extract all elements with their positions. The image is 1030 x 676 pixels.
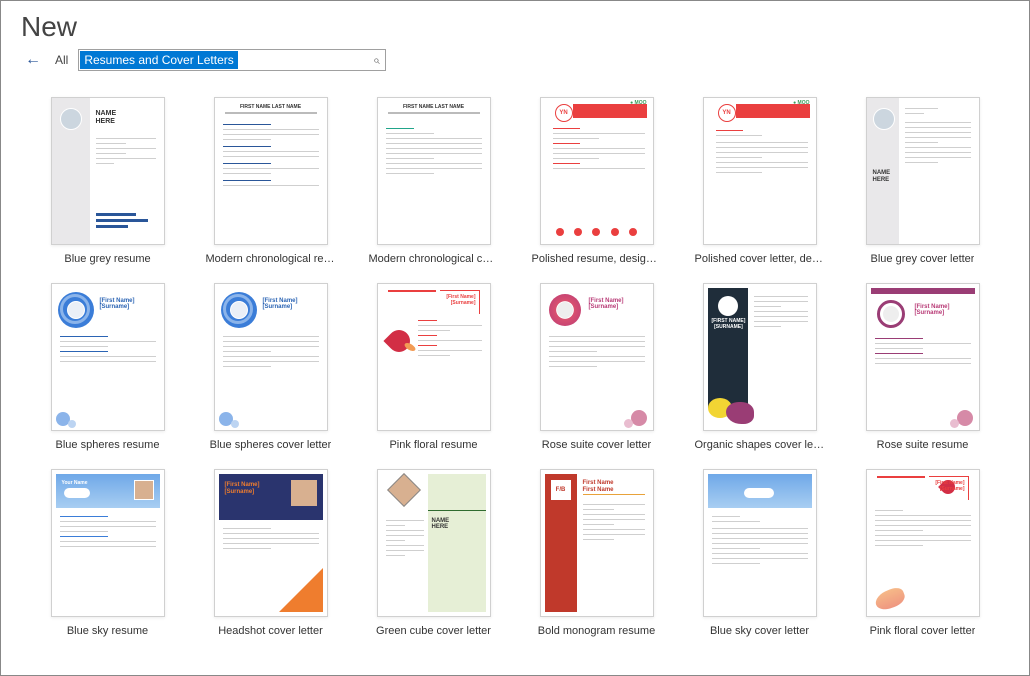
template-label: Rose suite cover letter xyxy=(542,439,651,451)
template-label: Modern chronological cover l... xyxy=(369,253,499,265)
template-headshot-cover-letter[interactable]: [First Name] [Surname] Headshot cover le… xyxy=(194,469,347,637)
template-label: Blue sky resume xyxy=(67,625,148,637)
template-rose-suite-cover-letter[interactable]: [First Name] [Surname] Rose suite cover … xyxy=(520,283,673,451)
template-label: Green cube cover letter xyxy=(376,625,491,637)
template-label: Bold monogram resume xyxy=(538,625,655,637)
search-icon[interactable]: ⌕ xyxy=(367,53,386,68)
template-blue-sky-resume[interactable]: Your Name Blue sky resume xyxy=(31,469,184,637)
template-thumbnail: FIRST NAME LAST NAME xyxy=(377,97,491,245)
template-thumbnail: [First Name] [Surname] xyxy=(866,283,980,431)
template-thumbnail: NAME HERE xyxy=(51,97,165,245)
template-thumbnail: [First Name] [Surname] xyxy=(214,469,328,617)
template-rose-suite-resume[interactable]: [First Name] [Surname] Rose suite resume xyxy=(846,283,999,451)
template-thumbnail: [First Name] [Surname] xyxy=(214,283,328,431)
template-blue-grey-cover-letter[interactable]: NAME HERE Blue grey cover letter xyxy=(846,97,999,265)
template-thumbnail: Your Name xyxy=(51,469,165,617)
template-label: Rose suite resume xyxy=(877,439,969,451)
template-label: Polished cover letter, designe... xyxy=(695,253,825,265)
template-blue-grey-resume[interactable]: NAME HERE Blue grey resume xyxy=(31,97,184,265)
template-thumbnail: ● MOO YN xyxy=(703,97,817,245)
template-thumbnail: [FIRST NAME][SURNAME] xyxy=(703,283,817,431)
template-polished-cover-letter[interactable]: ● MOO YN Polished cover letter, designe.… xyxy=(683,97,836,265)
template-thumbnail: FIRST NAME LAST NAME xyxy=(214,97,328,245)
template-thumbnail: ● MOO YN xyxy=(540,97,654,245)
template-blue-spheres-resume[interactable]: [First Name] [Surname] Blue spheres resu… xyxy=(31,283,184,451)
template-label: Pink floral cover letter xyxy=(870,625,976,637)
template-thumbnail: [First Name] [Surname] xyxy=(51,283,165,431)
template-thumbnail: [First Name] [Surname] xyxy=(866,469,980,617)
template-label: Blue spheres resume xyxy=(56,439,160,451)
template-polished-resume[interactable]: ● MOO YN Polished resume, designed b... xyxy=(520,97,673,265)
template-grid: NAME HERE Blue grey resume FIRST NAME LA… xyxy=(1,79,1029,647)
template-thumbnail: NAME HERE xyxy=(377,469,491,617)
template-label: Modern chronological resume xyxy=(206,253,336,265)
template-thumbnail: [First Name] [Surname] xyxy=(377,283,491,431)
template-label: Blue grey cover letter xyxy=(871,253,975,265)
page-title: New xyxy=(21,11,1009,43)
template-thumbnail xyxy=(703,469,817,617)
template-green-cube-cover-letter[interactable]: NAME HERE Green cube cover letter xyxy=(357,469,510,637)
template-blue-sky-cover-letter[interactable]: Blue sky cover letter xyxy=(683,469,836,637)
template-modern-chronological-cover-letter[interactable]: FIRST NAME LAST NAME Modern chronologica… xyxy=(357,97,510,265)
back-arrow-icon[interactable]: ← xyxy=(21,49,45,71)
template-thumbnail: NAME HERE xyxy=(866,97,980,245)
template-label: Polished resume, designed b... xyxy=(532,253,662,265)
template-pink-floral-resume[interactable]: [First Name] [Surname] Pink floral resum… xyxy=(357,283,510,451)
template-label: Headshot cover letter xyxy=(218,625,323,637)
template-label: Organic shapes cover letter xyxy=(695,439,825,451)
template-label: Blue grey resume xyxy=(64,253,150,265)
template-modern-chronological-resume[interactable]: FIRST NAME LAST NAME Modern chronologica… xyxy=(194,97,347,265)
template-pink-floral-cover-letter[interactable]: [First Name] [Surname] Pink floral cover… xyxy=(846,469,999,637)
template-label: Blue spheres cover letter xyxy=(210,439,332,451)
filter-all-label[interactable]: All xyxy=(51,53,72,67)
template-label: Pink floral resume xyxy=(389,439,477,451)
template-thumbnail: F/B First NameFirst Name xyxy=(540,469,654,617)
search-box[interactable]: Resumes and Cover Letters ⌕ xyxy=(78,49,386,71)
template-bold-monogram-resume[interactable]: F/B First NameFirst Name Bold monogram r… xyxy=(520,469,673,637)
template-organic-shapes-cover-letter[interactable]: [FIRST NAME][SURNAME] Organic shapes cov… xyxy=(683,283,836,451)
template-label: Blue sky cover letter xyxy=(710,625,809,637)
header: New xyxy=(1,1,1029,49)
template-blue-spheres-cover-letter[interactable]: [First Name] [Surname] Blue spheres cove… xyxy=(194,283,347,451)
template-thumbnail: [First Name] [Surname] xyxy=(540,283,654,431)
search-row: ← All Resumes and Cover Letters ⌕ xyxy=(1,49,1029,79)
